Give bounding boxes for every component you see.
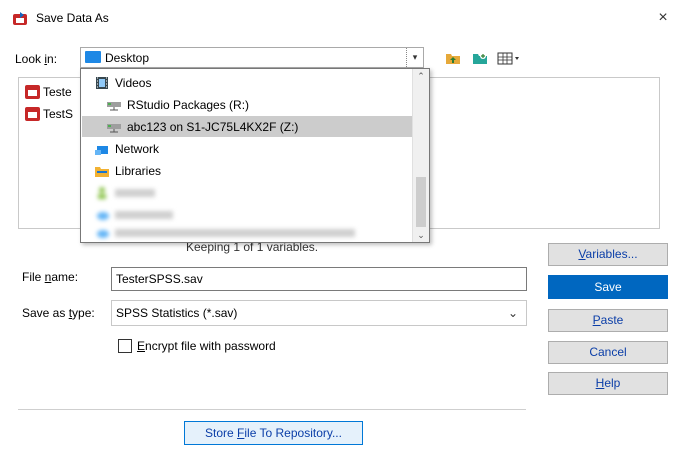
scrollbar-thumb[interactable] [416,177,426,227]
scroll-up-icon[interactable]: ⌃ [413,69,429,83]
up-folder-icon [446,54,460,64]
dropdown-item-obscured[interactable] [82,204,413,225]
title-bar: Save Data As × [0,0,676,34]
chevron-down-icon[interactable]: ▾ [406,48,423,67]
new-folder-icon [473,53,487,64]
user-folder-icon [98,186,106,199]
file-name-input[interactable]: TesterSPSS.sav [111,267,527,291]
dropdown-item-videos[interactable]: Videos [82,72,413,93]
save-as-type-label: Save as type: [22,306,95,320]
desktop-folder-icon [85,51,101,63]
file-list-item[interactable]: Teste [25,83,72,101]
store-file-to-repository-button[interactable]: Store File To Repository... [184,421,363,445]
new-folder-button[interactable] [470,49,490,67]
save-as-type-value: SPSS Statistics (*.sav) [116,306,238,320]
view-grid-icon [497,52,519,65]
spss-save-icon [13,12,27,25]
save-button[interactable]: Save [548,275,668,299]
onedrive-icon [97,230,109,238]
look-in-dropdown-list[interactable]: Videos RStudio Packages (R:) abc123 on S… [80,68,430,243]
encrypt-label: Encrypt file with password [137,339,276,353]
network-icon [95,145,108,155]
look-in-label: Look in: [15,52,58,66]
file-list-item[interactable]: TestS [25,105,73,123]
variables-button[interactable]: Variables... [548,243,668,266]
dropdown-item-obscured[interactable] [82,224,413,242]
file-name-label: File name: [22,270,79,284]
dropdown-scrollbar[interactable]: ⌃ ⌄ [412,69,429,242]
onedrive-icon [97,211,109,220]
up-folder-button[interactable] [443,49,463,67]
divider [18,409,526,410]
dropdown-item-obscured[interactable] [82,182,413,203]
libraries-icon [95,166,109,177]
film-icon [96,76,108,89]
spss-data-file-icon [25,107,40,121]
scroll-down-icon[interactable]: ⌄ [413,228,429,242]
close-icon: × [658,9,668,26]
dialog-title: Save Data As [36,11,109,25]
close-button[interactable]: × [650,6,676,30]
dropdown-item-network[interactable]: Network [82,138,413,159]
encrypt-checkbox-row[interactable]: Encrypt file with password [118,339,276,353]
chevron-down-icon: ⌄ [507,306,518,320]
paste-button[interactable]: Paste [548,309,668,332]
look-in-combobox[interactable]: Desktop ▾ [80,47,424,68]
encrypt-checkbox[interactable] [118,339,132,353]
network-drive-icon [107,123,121,132]
help-button[interactable]: Help [548,372,668,395]
network-drive-icon [107,101,121,110]
dropdown-item-abc123-drive[interactable]: abc123 on S1-JC75L4KX2F (Z:) [82,116,413,137]
view-menu-button[interactable] [495,49,523,67]
dropdown-item-libraries[interactable]: Libraries [82,160,413,181]
cancel-button[interactable]: Cancel [548,341,668,364]
dropdown-item-rstudio-packages[interactable]: RStudio Packages (R:) [82,94,413,115]
spss-data-file-icon [25,85,40,99]
save-as-type-select[interactable]: SPSS Statistics (*.sav) ⌄ [111,300,527,326]
look-in-value: Desktop [105,51,150,65]
